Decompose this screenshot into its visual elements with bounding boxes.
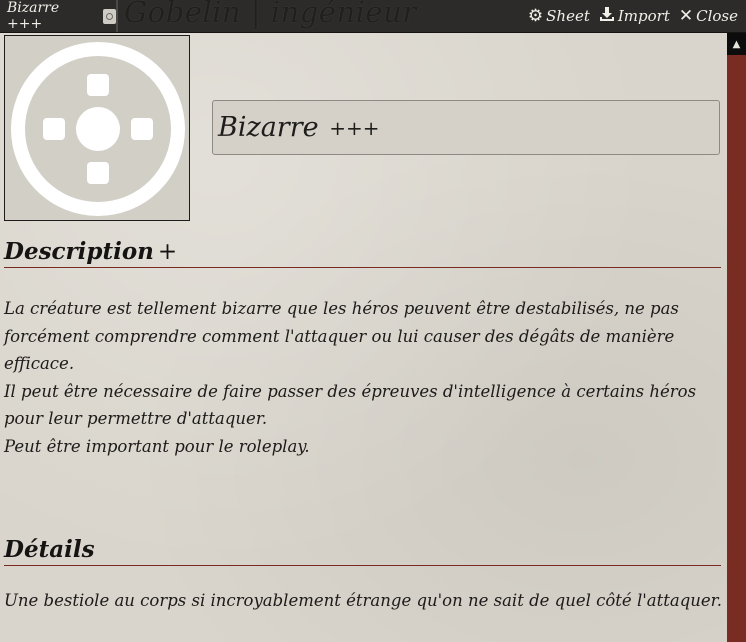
item-portrait[interactable] (4, 35, 190, 221)
close-icon: ✕ (678, 5, 694, 26)
sheet-button[interactable]: ⚙ Sheet (528, 7, 590, 25)
description-heading-label: Description (4, 238, 154, 265)
sheet-label: Sheet (546, 7, 590, 25)
item-name-field[interactable]: Bizarre +++ (212, 100, 720, 155)
close-label: Close (696, 7, 738, 25)
import-label: Import (617, 7, 670, 25)
triangle-up-icon: ▲ (732, 38, 741, 50)
scroll-up-button[interactable]: ▲ (727, 33, 746, 55)
gear-icon: ⚙ (527, 5, 544, 26)
description-text: La créature est tellement bizarre que le… (4, 299, 697, 456)
header-actions: ⚙ Sheet Import ✕ Close (528, 0, 738, 32)
window-title: Gobelin | ingénieur (124, 0, 417, 29)
details-text: Une bestiole au corps si incroyablement … (4, 591, 722, 610)
vertical-scrollbar[interactable]: ▲ (727, 33, 746, 642)
sheet-icon (103, 8, 116, 24)
scrollbar-thumb[interactable] (730, 57, 743, 639)
placeholder-token-icon (11, 42, 185, 216)
import-button[interactable]: Import (599, 6, 670, 26)
description-heading-suffix: + (157, 239, 178, 265)
close-button[interactable]: ✕ Close (679, 7, 738, 25)
details-heading: Détails (4, 536, 721, 566)
item-sheet-content: Bizarre +++ Description + La créature est… (0, 33, 727, 642)
tab-label: Bizarre +++ (7, 0, 60, 32)
window-tab[interactable]: Bizarre +++ (0, 0, 118, 32)
title-bar: Bizarre +++ Gobelin | ingénieur ⚙ Sheet … (0, 0, 746, 33)
details-heading-label: Détails (4, 536, 95, 563)
item-name: Bizarre (218, 112, 319, 143)
description-heading: Description + (4, 238, 721, 268)
download-icon (599, 6, 615, 26)
item-name-suffix: +++ (329, 115, 380, 140)
